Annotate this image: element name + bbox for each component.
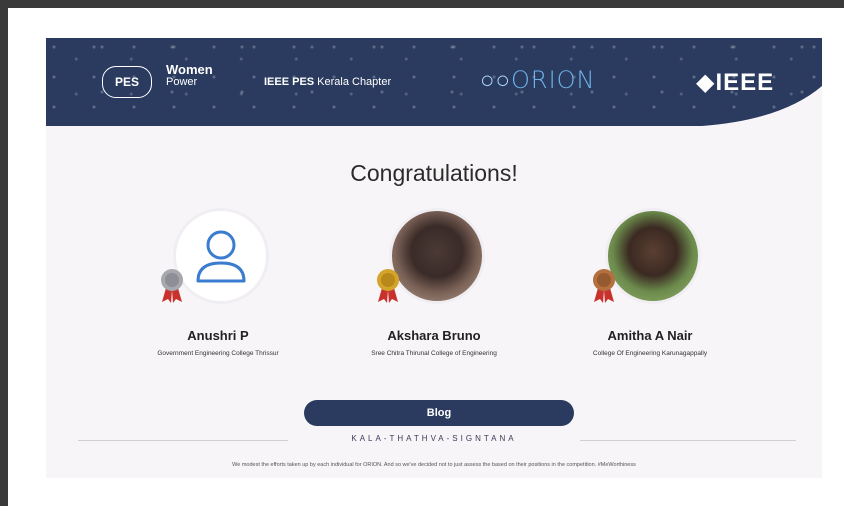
- page-title: Congratulations!: [350, 160, 518, 186]
- women-power-logo-line2: Power: [166, 76, 198, 88]
- ieee-diamond-icon: ◆: [696, 69, 716, 96]
- certificate-card: PES Women Power IEEE PES Kerala Chapter ○…: [46, 38, 822, 478]
- winner-photo: [389, 208, 485, 304]
- footnote-text: We modest the efforts taken up by each i…: [232, 462, 636, 468]
- winner-name: Amitha A Nair: [607, 328, 693, 343]
- tagline: KALA-THATHVA-SIGNTANA: [351, 434, 517, 443]
- avatar-placeholder: [173, 208, 269, 304]
- ieee-logo: ◆IEEE: [696, 68, 774, 97]
- winner-college: Government Engineering College Thrissur: [157, 350, 279, 357]
- frame-border-left: [0, 0, 8, 506]
- gold-medal-icon: [377, 269, 399, 303]
- chapter-logo-rest: Kerala Chapter: [317, 76, 392, 88]
- ieee-pes-kerala-chapter-logo: IEEE PES Kerala Chapter: [264, 76, 391, 88]
- header-banner: PES Women Power IEEE PES Kerala Chapter ○…: [46, 38, 822, 126]
- pes-logo: PES: [102, 66, 152, 98]
- winner-name: Akshara Bruno: [387, 328, 481, 343]
- user-icon: [196, 230, 246, 283]
- winner-college: Sree Chitra Thirunal College of Engineer…: [371, 350, 497, 357]
- silver-medal-icon: [161, 269, 183, 303]
- women-power-logo-line1: Women: [166, 62, 213, 77]
- bronze-medal-icon: [593, 269, 615, 303]
- winner-photo: [605, 208, 701, 304]
- winner-name: Anushri P: [187, 328, 249, 343]
- women-power-logo: Women Power: [166, 62, 213, 88]
- winner-college: College Of Engineering Karunagappally: [592, 350, 708, 357]
- blog-button[interactable]: Blog: [304, 400, 574, 426]
- ieee-logo-text: IEEE: [715, 69, 775, 96]
- orion-logo-text: ORION: [511, 66, 596, 94]
- frame-border-top: [0, 0, 844, 8]
- divider-right: [580, 440, 796, 441]
- orion-logo: ○○ORION: [480, 66, 596, 94]
- pes-logo-text: PES: [114, 75, 139, 89]
- divider-left: [78, 440, 288, 441]
- chapter-logo-bold: IEEE PES: [264, 76, 315, 88]
